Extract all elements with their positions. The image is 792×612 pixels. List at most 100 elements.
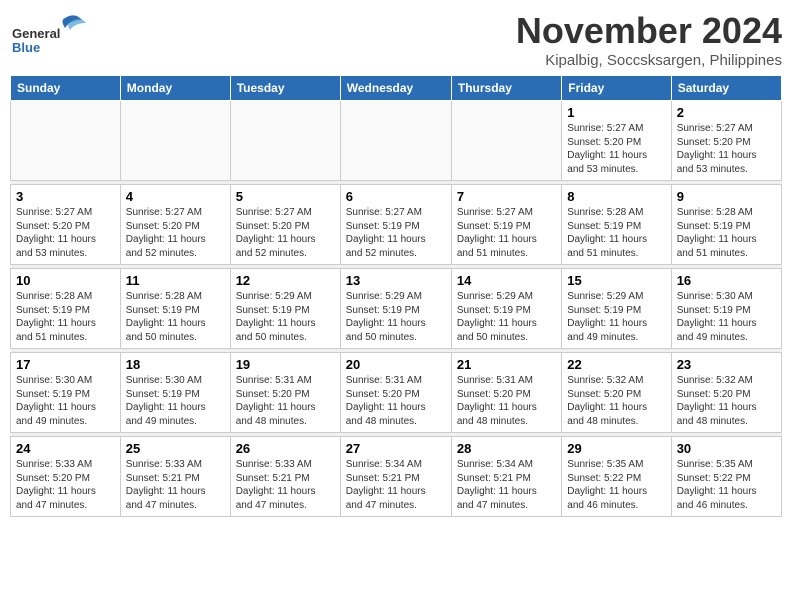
calendar-cell: 23 Sunrise: 5:32 AMSunset: 5:20 PMDayligh… (671, 353, 781, 433)
day-info: Sunrise: 5:30 AMSunset: 5:19 PMDaylight:… (16, 374, 115, 428)
day-info: Sunrise: 5:31 AMSunset: 5:20 PMDaylight:… (236, 374, 335, 428)
day-number: 17 (16, 357, 115, 372)
day-number: 22 (567, 357, 665, 372)
day-number: 13 (346, 273, 446, 288)
day-info: Sunrise: 5:27 AMSunset: 5:20 PMDaylight:… (567, 122, 665, 176)
calendar-cell (11, 101, 121, 181)
day-number: 16 (677, 273, 776, 288)
day-info: Sunrise: 5:35 AMSunset: 5:22 PMDaylight:… (567, 458, 665, 512)
day-number: 15 (567, 273, 665, 288)
day-info: Sunrise: 5:28 AMSunset: 5:19 PMDaylight:… (567, 206, 665, 260)
calendar-cell: 2Sunrise: 5:27 AMSunset: 5:20 PMDaylight… (671, 101, 781, 181)
day-number: 24 (16, 441, 115, 456)
day-number: 30 (677, 441, 776, 456)
day-number: 18 (126, 357, 225, 372)
week-row-5: 24 Sunrise: 5:33 AMSunset: 5:20 PMDayligh… (11, 437, 782, 517)
calendar-cell: 1 Sunrise: 5:27 AMSunset: 5:20 PMDaylight… (562, 101, 671, 181)
calendar-cell: 30 Sunrise: 5:35 AMSunset: 5:22 PMDayligh… (671, 437, 781, 517)
day-info: Sunrise: 5:35 AMSunset: 5:22 PMDaylight:… (677, 458, 776, 512)
calendar-cell: 20 Sunrise: 5:31 AMSunset: 5:20 PMDayligh… (340, 353, 451, 433)
calendar-cell: 8 Sunrise: 5:28 AMSunset: 5:19 PMDaylight… (562, 185, 671, 265)
day-number: 10 (16, 273, 115, 288)
calendar-cell: 3 Sunrise: 5:27 AMSunset: 5:20 PMDaylight… (11, 185, 121, 265)
day-number: 27 (346, 441, 446, 456)
day-number: 9 (677, 189, 776, 204)
calendar-cell: 25 Sunrise: 5:33 AMSunset: 5:21 PMDayligh… (120, 437, 230, 517)
calendar-cell: 9 Sunrise: 5:28 AMSunset: 5:19 PMDaylight… (671, 185, 781, 265)
location-subtitle: Kipalbig, Soccsksargen, Philippines (516, 52, 782, 69)
day-info: Sunrise: 5:28 AMSunset: 5:19 PMDaylight:… (16, 290, 115, 344)
calendar-cell: 21Sunrise: 5:31 AMSunset: 5:20 PMDayligh… (451, 353, 561, 433)
calendar-cell: 17 Sunrise: 5:30 AMSunset: 5:19 PMDayligh… (11, 353, 121, 433)
day-info: Sunrise: 5:29 AMSunset: 5:19 PMDaylight:… (346, 290, 446, 344)
day-info: Sunrise: 5:33 AMSunset: 5:21 PMDaylight:… (236, 458, 335, 512)
week-row-3: 10 Sunrise: 5:28 AMSunset: 5:19 PMDayligh… (11, 269, 782, 349)
day-info: Sunrise: 5:27 AMSunset: 5:20 PMDaylight:… (677, 122, 776, 176)
calendar-cell: 24 Sunrise: 5:33 AMSunset: 5:20 PMDayligh… (11, 437, 121, 517)
calendar-cell: 26Sunrise: 5:33 AMSunset: 5:21 PMDayligh… (230, 437, 340, 517)
header-tuesday: Tuesday (230, 76, 340, 101)
day-info: Sunrise: 5:28 AMSunset: 5:19 PMDaylight:… (126, 290, 225, 344)
day-info: Sunrise: 5:32 AMSunset: 5:20 PMDaylight:… (567, 374, 665, 428)
day-number: 6 (346, 189, 446, 204)
week-row-1: 1 Sunrise: 5:27 AMSunset: 5:20 PMDaylight… (11, 101, 782, 181)
calendar-cell: 16 Sunrise: 5:30 AMSunset: 5:19 PMDayligh… (671, 269, 781, 349)
day-info: Sunrise: 5:27 AMSunset: 5:20 PMDaylight:… (236, 206, 335, 260)
day-info: Sunrise: 5:34 AMSunset: 5:21 PMDaylight:… (346, 458, 446, 512)
day-info: Sunrise: 5:33 AMSunset: 5:20 PMDaylight:… (16, 458, 115, 512)
calendar-cell (340, 101, 451, 181)
day-number: 20 (346, 357, 446, 372)
day-number: 8 (567, 189, 665, 204)
svg-text:General: General (12, 26, 60, 41)
calendar-cell: 28 Sunrise: 5:34 AMSunset: 5:21 PMDayligh… (451, 437, 561, 517)
calendar-cell: 22 Sunrise: 5:32 AMSunset: 5:20 PMDayligh… (562, 353, 671, 433)
day-number: 14 (457, 273, 556, 288)
day-info: Sunrise: 5:30 AMSunset: 5:19 PMDaylight:… (126, 374, 225, 428)
day-number: 19 (236, 357, 335, 372)
day-info: Sunrise: 5:33 AMSunset: 5:21 PMDaylight:… (126, 458, 225, 512)
calendar-cell: 12Sunrise: 5:29 AMSunset: 5:19 PMDayligh… (230, 269, 340, 349)
day-number: 11 (126, 273, 225, 288)
calendar-cell: 13 Sunrise: 5:29 AMSunset: 5:19 PMDayligh… (340, 269, 451, 349)
day-info: Sunrise: 5:31 AMSunset: 5:20 PMDaylight:… (346, 374, 446, 428)
calendar-cell: 14 Sunrise: 5:29 AMSunset: 5:19 PMDayligh… (451, 269, 561, 349)
day-number: 28 (457, 441, 556, 456)
header-saturday: Saturday (671, 76, 781, 101)
day-number: 4 (126, 189, 225, 204)
calendar-cell: 29 Sunrise: 5:35 AMSunset: 5:22 PMDayligh… (562, 437, 671, 517)
logo: General Blue (10, 10, 90, 54)
svg-text:Blue: Blue (12, 40, 40, 54)
day-number: 1 (567, 105, 665, 120)
day-number: 25 (126, 441, 225, 456)
header-monday: Monday (120, 76, 230, 101)
logo-svg: General Blue (10, 10, 90, 54)
calendar-cell (230, 101, 340, 181)
day-number: 23 (677, 357, 776, 372)
header-thursday: Thursday (451, 76, 561, 101)
day-info: Sunrise: 5:34 AMSunset: 5:21 PMDaylight:… (457, 458, 556, 512)
day-info: Sunrise: 5:28 AMSunset: 5:19 PMDaylight:… (677, 206, 776, 260)
day-info: Sunrise: 5:27 AMSunset: 5:20 PMDaylight:… (126, 206, 225, 260)
week-row-4: 17 Sunrise: 5:30 AMSunset: 5:19 PMDayligh… (11, 353, 782, 433)
calendar-cell: 18 Sunrise: 5:30 AMSunset: 5:19 PMDayligh… (120, 353, 230, 433)
calendar-cell: 15 Sunrise: 5:29 AMSunset: 5:19 PMDayligh… (562, 269, 671, 349)
calendar-cell (120, 101, 230, 181)
calendar-header-row: Sunday Monday Tuesday Wednesday Thursday… (11, 76, 782, 101)
day-info: Sunrise: 5:30 AMSunset: 5:19 PMDaylight:… (677, 290, 776, 344)
page-header: General Blue November 2024 Kipalbig, Soc… (10, 10, 782, 69)
day-info: Sunrise: 5:27 AMSunset: 5:20 PMDaylight:… (16, 206, 115, 260)
day-number: 3 (16, 189, 115, 204)
day-number: 12 (236, 273, 335, 288)
day-number: 5 (236, 189, 335, 204)
day-info: Sunrise: 5:31 AMSunset: 5:20 PMDaylight:… (457, 374, 556, 428)
day-info: Sunrise: 5:29 AMSunset: 5:19 PMDaylight:… (457, 290, 556, 344)
day-info: Sunrise: 5:29 AMSunset: 5:19 PMDaylight:… (567, 290, 665, 344)
title-block: November 2024 Kipalbig, Soccsksargen, Ph… (516, 10, 782, 69)
day-info: Sunrise: 5:27 AMSunset: 5:19 PMDaylight:… (346, 206, 446, 260)
week-row-2: 3 Sunrise: 5:27 AMSunset: 5:20 PMDaylight… (11, 185, 782, 265)
day-number: 29 (567, 441, 665, 456)
calendar-cell: 10 Sunrise: 5:28 AMSunset: 5:19 PMDayligh… (11, 269, 121, 349)
calendar-cell: 5 Sunrise: 5:27 AMSunset: 5:20 PMDaylight… (230, 185, 340, 265)
calendar-cell: 7Sunrise: 5:27 AMSunset: 5:19 PMDaylight… (451, 185, 561, 265)
day-info: Sunrise: 5:32 AMSunset: 5:20 PMDaylight:… (677, 374, 776, 428)
